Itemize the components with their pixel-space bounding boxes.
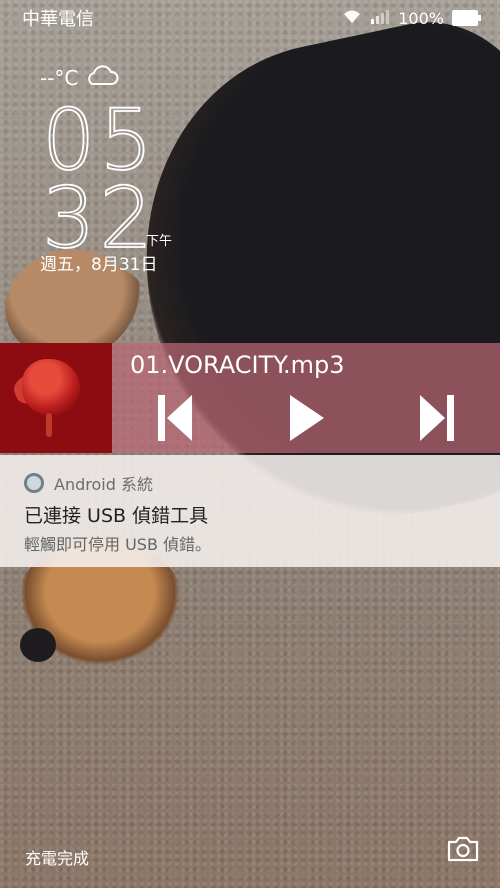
media-controls-area: 01.VORACITY.mp3 <box>112 343 500 453</box>
temperature: --°C <box>40 65 79 90</box>
charging-status: 充電完成 <box>25 849 90 868</box>
play-icon[interactable] <box>286 393 326 443</box>
battery-icon <box>452 10 481 26</box>
media-controls <box>112 393 500 443</box>
weather-widget[interactable]: --°C <box>40 64 120 91</box>
signal-icon <box>370 8 390 28</box>
carrier-name: 中華電信 <box>22 9 94 30</box>
media-notification[interactable]: 01.VORACITY.mp3 <box>0 343 500 453</box>
clock-ampm: 下午 <box>146 234 173 249</box>
album-art-fruit <box>22 359 80 415</box>
album-art-drip <box>46 413 52 437</box>
skip-next-icon[interactable] <box>416 393 456 443</box>
usb-debug-notification[interactable]: Android 系統 已連接 USB 偵錯工具 輕觸即可停用 USB 偵錯。 <box>0 455 500 567</box>
notification-text: 輕觸即可停用 USB 偵錯。 <box>24 535 212 554</box>
album-art <box>0 343 112 453</box>
clock-minute: 32 <box>41 169 157 267</box>
track-title: 01.VORACITY.mp3 <box>130 351 345 379</box>
camera-icon[interactable] <box>446 835 480 863</box>
notification-source: Android 系統 <box>54 475 153 494</box>
status-icons: 100% <box>342 8 481 28</box>
battery-percent: 100% <box>398 8 444 28</box>
status-bar: 中華電信 100% <box>0 0 500 36</box>
notification-title: 已連接 USB 偵錯工具 <box>24 505 209 527</box>
date-label: 週五，8月31日 <box>40 255 158 275</box>
wallpaper-dog-nose <box>20 628 56 662</box>
notification-header: Android 系統 <box>24 471 153 495</box>
wifi-icon <box>342 8 362 28</box>
android-system-icon <box>24 473 44 493</box>
cloud-icon <box>84 64 120 91</box>
skip-previous-icon[interactable] <box>156 393 196 443</box>
